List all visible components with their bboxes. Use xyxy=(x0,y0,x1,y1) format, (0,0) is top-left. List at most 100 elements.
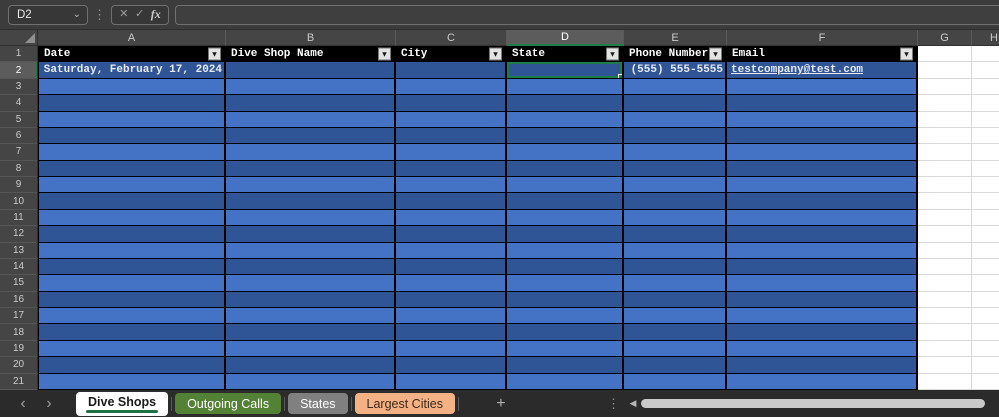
cell-h11[interactable] xyxy=(972,209,999,227)
cell-e2[interactable]: (555) 555-5555 xyxy=(624,62,727,79)
cell-e4[interactable] xyxy=(624,95,727,112)
cell-a11[interactable] xyxy=(38,209,226,227)
cell-h6[interactable] xyxy=(972,127,999,145)
cell-g17[interactable] xyxy=(918,308,972,325)
cell-g21[interactable] xyxy=(918,373,972,390)
cell-b21[interactable] xyxy=(226,373,396,390)
filter-button-phone-number[interactable]: ▾ xyxy=(709,47,722,61)
cell-h9[interactable] xyxy=(972,177,999,194)
cell-e9[interactable] xyxy=(624,177,727,194)
cell-a18[interactable] xyxy=(38,324,226,341)
cell-d11[interactable] xyxy=(507,209,624,227)
cell-g19[interactable] xyxy=(918,340,972,358)
cell-g11[interactable] xyxy=(918,209,972,227)
cell-b2[interactable] xyxy=(226,62,396,79)
row-header-20[interactable]: 20 xyxy=(0,357,37,374)
cell-a1[interactable]: Date ▾ xyxy=(38,46,226,63)
cell-b15[interactable] xyxy=(226,275,396,292)
cell-f18[interactable] xyxy=(727,324,918,341)
sheet-tab-outgoing-calls[interactable]: Outgoing Calls xyxy=(175,393,282,414)
cell-f14[interactable] xyxy=(727,258,918,276)
cell-b16[interactable] xyxy=(226,291,396,308)
cell-b7[interactable] xyxy=(226,144,396,161)
cell-g7[interactable] xyxy=(918,144,972,161)
row-header-3[interactable]: 3 xyxy=(0,79,37,96)
cell-g20[interactable] xyxy=(918,357,972,374)
cell-d1[interactable]: State ▾ xyxy=(507,46,624,63)
cell-e19[interactable] xyxy=(624,340,727,358)
cell-g12[interactable] xyxy=(918,226,972,243)
cell-f16[interactable] xyxy=(727,291,918,308)
cell-b18[interactable] xyxy=(226,324,396,341)
row-header-7[interactable]: 7 xyxy=(0,144,37,161)
cell-g9[interactable] xyxy=(918,177,972,194)
prev-sheet-icon[interactable]: ‹ xyxy=(10,395,36,412)
cell-h20[interactable] xyxy=(972,357,999,374)
cell-a15[interactable] xyxy=(38,275,226,292)
cell-link-text[interactable]: testcompany@test.com xyxy=(727,64,916,76)
cell-f1[interactable]: Email ▾ xyxy=(727,46,918,63)
cell-f3[interactable] xyxy=(727,78,918,96)
cell-b5[interactable] xyxy=(226,111,396,128)
cell-f2[interactable]: testcompany@test.com xyxy=(727,62,918,79)
cell-name-box[interactable]: D2 ⌄ xyxy=(8,4,88,25)
cell-g3[interactable] xyxy=(918,78,972,96)
cell-b4[interactable] xyxy=(226,95,396,112)
select-all-corner[interactable] xyxy=(0,30,38,46)
cell-a8[interactable] xyxy=(38,160,226,177)
cell-h3[interactable] xyxy=(972,78,999,96)
cell-d4[interactable] xyxy=(507,95,624,112)
cell-g2[interactable] xyxy=(918,62,972,79)
cell-h1[interactable] xyxy=(972,46,999,63)
cell-d6[interactable] xyxy=(507,127,624,145)
filter-button-date[interactable]: ▾ xyxy=(208,47,221,61)
cell-h17[interactable] xyxy=(972,308,999,325)
cell-e21[interactable] xyxy=(624,373,727,390)
row-header-12[interactable]: 12 xyxy=(0,226,37,243)
cell-e8[interactable] xyxy=(624,160,727,177)
cell-g1[interactable] xyxy=(918,46,972,63)
cell-a17[interactable] xyxy=(38,308,226,325)
cell-d9[interactable] xyxy=(507,177,624,194)
cell-d20[interactable] xyxy=(507,357,624,374)
cell-a14[interactable] xyxy=(38,258,226,276)
cell-d17[interactable] xyxy=(507,308,624,325)
cell-a3[interactable] xyxy=(38,78,226,96)
cell-f19[interactable] xyxy=(727,340,918,358)
cell-b1[interactable]: Dive Shop Name ▾ xyxy=(226,46,396,63)
cell-e16[interactable] xyxy=(624,291,727,308)
cell-c15[interactable] xyxy=(396,275,507,292)
cell-a12[interactable] xyxy=(38,226,226,243)
scroll-left-icon[interactable]: ◀ xyxy=(625,398,641,409)
row-header-13[interactable]: 13 xyxy=(0,243,37,259)
scrollbar-thumb[interactable] xyxy=(641,399,985,408)
cell-f4[interactable] xyxy=(727,95,918,112)
filter-button-state[interactable]: ▾ xyxy=(606,47,619,61)
cell-b20[interactable] xyxy=(226,357,396,374)
cell-c2[interactable] xyxy=(396,62,507,79)
cell-e10[interactable] xyxy=(624,193,727,210)
cell-a6[interactable] xyxy=(38,127,226,145)
chevron-down-icon[interactable]: ⌄ xyxy=(73,9,81,20)
cell-a5[interactable] xyxy=(38,111,226,128)
cell-h12[interactable] xyxy=(972,226,999,243)
column-header-a[interactable]: A xyxy=(38,30,226,46)
row-header-19[interactable]: 19 xyxy=(0,341,37,358)
cell-g15[interactable] xyxy=(918,275,972,292)
row-header-2[interactable]: 2 xyxy=(0,62,37,79)
cell-g4[interactable] xyxy=(918,95,972,112)
cell-h21[interactable] xyxy=(972,373,999,390)
cell-h16[interactable] xyxy=(972,291,999,308)
cell-f13[interactable] xyxy=(727,242,918,259)
cell-b17[interactable] xyxy=(226,308,396,325)
cell-a16[interactable] xyxy=(38,291,226,308)
cell-d18[interactable] xyxy=(507,324,624,341)
cell-c18[interactable] xyxy=(396,324,507,341)
row-header-4[interactable]: 4 xyxy=(0,95,37,112)
cell-e14[interactable] xyxy=(624,258,727,276)
cell-c13[interactable] xyxy=(396,242,507,259)
cell-a21[interactable] xyxy=(38,373,226,390)
cell-d7[interactable] xyxy=(507,144,624,161)
filter-button-dive-shop-name[interactable]: ▾ xyxy=(378,47,391,61)
cell-b12[interactable] xyxy=(226,226,396,243)
